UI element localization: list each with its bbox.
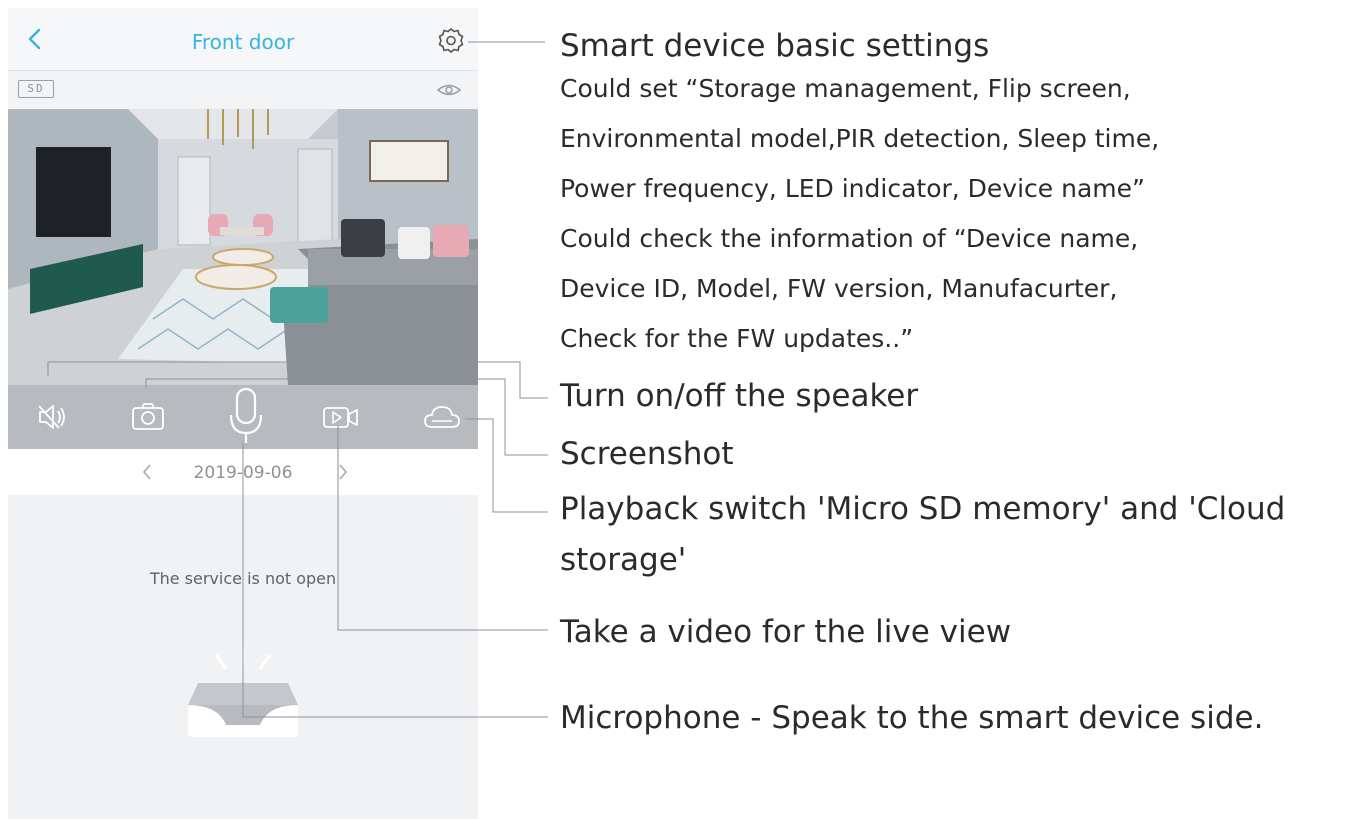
annotation-playback: Playback switch 'Micro SD memory' and 'C… — [560, 491, 1286, 527]
annotation-settings-line: Power frequency, LED indicator, Device n… — [560, 174, 1145, 203]
date-selector: 2019-09-06 — [8, 449, 478, 495]
recording-list-empty: The service is not open — [8, 495, 478, 819]
annotation-settings-title: Smart device basic settings — [560, 28, 990, 64]
control-bar — [8, 385, 478, 449]
annotation-speaker: Turn on/off the speaker — [560, 378, 919, 414]
stream-info-bar: SD — [8, 71, 478, 109]
annotation-playback: storage' — [560, 542, 687, 578]
live-camera-view[interactable] — [8, 109, 478, 385]
service-status-message: The service is not open — [149, 569, 337, 588]
annotation-settings-line: Check for the FW updates..” — [560, 324, 914, 353]
annotation-settings-line: Device ID, Model, FW version, Manufacurt… — [560, 274, 1118, 303]
microphone-icon[interactable] — [226, 387, 266, 445]
speaker-mute-icon[interactable] — [32, 397, 72, 437]
phone-app-screen: Front door SD 2019-09-06 The service is … — [8, 8, 478, 819]
video-record-icon[interactable] — [321, 397, 361, 437]
camera-icon[interactable] — [128, 397, 168, 437]
sd-badge[interactable]: SD — [18, 80, 54, 98]
gear-icon[interactable] — [436, 26, 466, 56]
annotation-microphone: Microphone - Speak to the smart device s… — [560, 700, 1264, 736]
annotation-settings-line: Could check the information of “Device n… — [560, 224, 1139, 253]
annotation-video: Take a video for the live view — [560, 614, 1012, 650]
page-title: Front door — [191, 30, 295, 54]
top-bar: Front door — [8, 8, 478, 71]
annotation-screenshot: Screenshot — [560, 436, 734, 472]
chevron-right-icon[interactable] — [334, 461, 352, 483]
empty-box-icon — [188, 647, 298, 737]
cloud-icon[interactable] — [422, 397, 462, 437]
annotation-settings-line: Environmental model,PIR detection, Sleep… — [560, 124, 1160, 153]
eye-icon[interactable] — [436, 81, 462, 99]
annotation-settings-line: Could set “Storage management, Flip scre… — [560, 74, 1131, 103]
current-date: 2019-09-06 — [193, 463, 293, 483]
